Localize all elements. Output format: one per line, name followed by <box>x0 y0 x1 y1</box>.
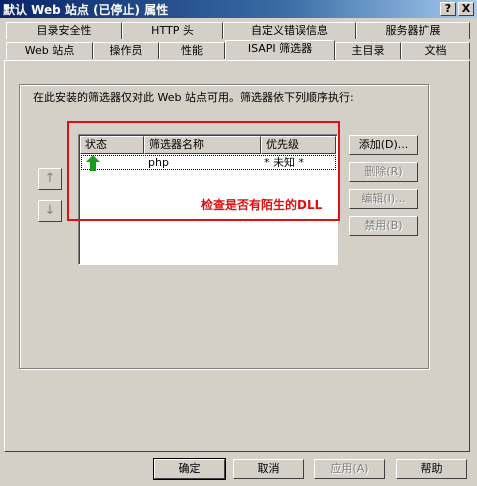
remove-button[interactable]: 删除(R) <box>349 162 418 182</box>
help-button[interactable]: ? <box>440 2 456 16</box>
tab-custom-errors[interactable]: 自定义错误信息 <box>223 22 356 39</box>
tab-directory-security[interactable]: 目录安全性 <box>6 22 122 39</box>
tab-documents[interactable]: 文档 <box>401 42 470 59</box>
annotation-text: 检查是否有陌生的DLL <box>201 198 323 212</box>
tab-operators[interactable]: 操作员 <box>93 42 159 59</box>
title-bar: 默认 Web 站点 (已停止) 属性 ? X <box>0 0 477 18</box>
cancel-button[interactable]: 取消 <box>233 459 304 479</box>
arrow-up-icon: ↑ <box>44 171 56 186</box>
help-footer-button[interactable]: 帮助 <box>396 459 467 479</box>
disable-button[interactable]: 禁用(B) <box>349 216 418 236</box>
add-button[interactable]: 添加(D)... <box>349 135 418 155</box>
close-button[interactable]: X <box>458 2 474 16</box>
tab-server-extensions[interactable]: 服务器扩展 <box>356 22 470 39</box>
ok-button[interactable]: 确定 <box>153 458 226 480</box>
apply-button[interactable]: 应用(A) <box>314 459 385 479</box>
tab-isapi-filters[interactable]: ISAPI 筛选器 <box>225 40 335 60</box>
edit-button[interactable]: 编辑(I)... <box>349 189 418 209</box>
tab-home-directory[interactable]: 主目录 <box>335 42 401 59</box>
tab-performance[interactable]: 性能 <box>159 42 225 59</box>
filters-description: 在此安装的筛选器仅对此 Web 站点可用。筛选器依下列顺序执行: <box>33 91 354 104</box>
move-up-button[interactable]: ↑ <box>38 168 62 190</box>
tab-http-headers[interactable]: HTTP 头 <box>122 22 223 39</box>
move-down-button[interactable]: ↓ <box>38 200 62 222</box>
window-title: 默认 Web 站点 (已停止) 属性 <box>3 3 169 17</box>
arrow-down-icon: ↓ <box>44 203 56 218</box>
tab-web-site[interactable]: Web 站点 <box>6 42 93 59</box>
